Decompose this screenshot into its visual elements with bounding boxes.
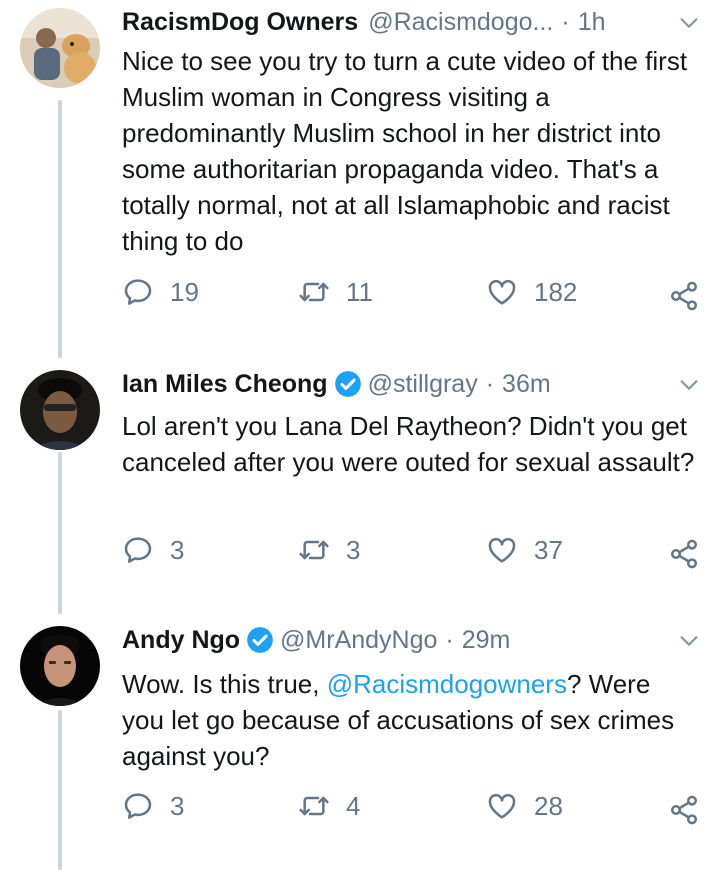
reply-button[interactable]: 3: [122, 790, 184, 822]
timestamp[interactable]: 1h: [578, 8, 606, 37]
tweet-actions: 19 11 182: [122, 276, 700, 316]
timestamp[interactable]: 29m: [462, 626, 511, 655]
chevron-down-icon[interactable]: [678, 374, 700, 396]
like-count: 182: [534, 276, 578, 307]
like-icon: [488, 279, 516, 305]
tweet-text: Wow. Is this true, @Racismdogowners? Wer…: [122, 666, 698, 774]
display-name[interactable]: Ian Miles Cheong: [122, 370, 328, 399]
retweet-icon: [299, 282, 329, 302]
user-handle[interactable]: @Racismdogo...: [368, 8, 553, 37]
tweet-header: Ian Miles Cheong @stillgray · 36m: [122, 364, 700, 404]
separator: ·: [445, 625, 454, 654]
reply-icon: [124, 279, 152, 305]
tweet-header: Andy Ngo @MrAndyNgo · 29m: [122, 620, 700, 660]
retweet-button[interactable]: 3: [298, 534, 360, 566]
tweet-text: Nice to see you try to turn a cute video…: [122, 46, 688, 256]
reply-icon: [124, 793, 152, 819]
retweet-button[interactable]: 4: [298, 790, 360, 822]
reply-button[interactable]: 3: [122, 534, 184, 566]
tweet[interactable]: Andy Ngo @MrAndyNgo · 29m Wow. Is this t…: [0, 614, 720, 870]
retweet-icon: [299, 796, 329, 816]
avatar[interactable]: [20, 370, 100, 450]
avatar[interactable]: [20, 8, 100, 88]
like-count: 28: [534, 790, 563, 821]
like-button[interactable]: 37: [486, 534, 563, 566]
reply-count: 3: [170, 534, 185, 565]
tweet-text: Lol aren't you Lana Del Raytheon? Didn't…: [122, 411, 695, 477]
retweet-count: 3: [346, 534, 361, 565]
tweet-actions: 3 4 28: [122, 790, 700, 830]
reply-count: 3: [170, 790, 185, 821]
user-handle[interactable]: @stillgray: [368, 370, 478, 399]
like-count: 37: [534, 534, 563, 565]
separator: ·: [561, 7, 570, 36]
verified-badge-icon: [334, 371, 361, 397]
share-icon: [671, 539, 697, 569]
reply-button[interactable]: 19: [122, 276, 199, 308]
tweet-text-before: Wow. Is this true,: [122, 669, 327, 699]
display-name[interactable]: RacismDog Owners: [122, 8, 358, 37]
tweet[interactable]: RacismDog Owners @Racismdogo... · 1h Nic…: [0, 0, 720, 350]
verified-badge-icon: [247, 627, 273, 653]
reply-icon: [124, 537, 152, 563]
separator: ·: [485, 369, 495, 398]
share-icon: [671, 281, 697, 311]
retweet-count: 4: [346, 790, 361, 821]
like-button[interactable]: 28: [486, 790, 563, 822]
retweet-icon: [299, 540, 329, 560]
share-button[interactable]: [668, 538, 700, 570]
retweet-button[interactable]: 11: [298, 276, 373, 308]
tweet-header: RacismDog Owners @Racismdogo... · 1h: [122, 2, 700, 42]
share-icon: [671, 795, 697, 825]
tweet-actions: 3 3 37: [122, 534, 700, 574]
timestamp[interactable]: 36m: [502, 370, 551, 399]
chevron-down-icon[interactable]: [678, 12, 700, 34]
like-icon: [488, 537, 516, 563]
share-button[interactable]: [668, 794, 700, 826]
share-button[interactable]: [668, 280, 700, 312]
display-name[interactable]: Andy Ngo: [122, 626, 240, 655]
avatar[interactable]: [20, 626, 100, 706]
user-handle[interactable]: @MrAndyNgo: [280, 626, 437, 655]
mention-link[interactable]: @Racismdogowners: [327, 669, 567, 699]
reply-count: 19: [170, 276, 199, 307]
tweet[interactable]: Ian Miles Cheong @stillgray · 36m Lol ar…: [0, 358, 720, 614]
like-icon: [488, 793, 516, 819]
chevron-down-icon[interactable]: [678, 630, 700, 652]
retweet-count: 11: [346, 276, 373, 307]
like-button[interactable]: 182: [486, 276, 577, 308]
